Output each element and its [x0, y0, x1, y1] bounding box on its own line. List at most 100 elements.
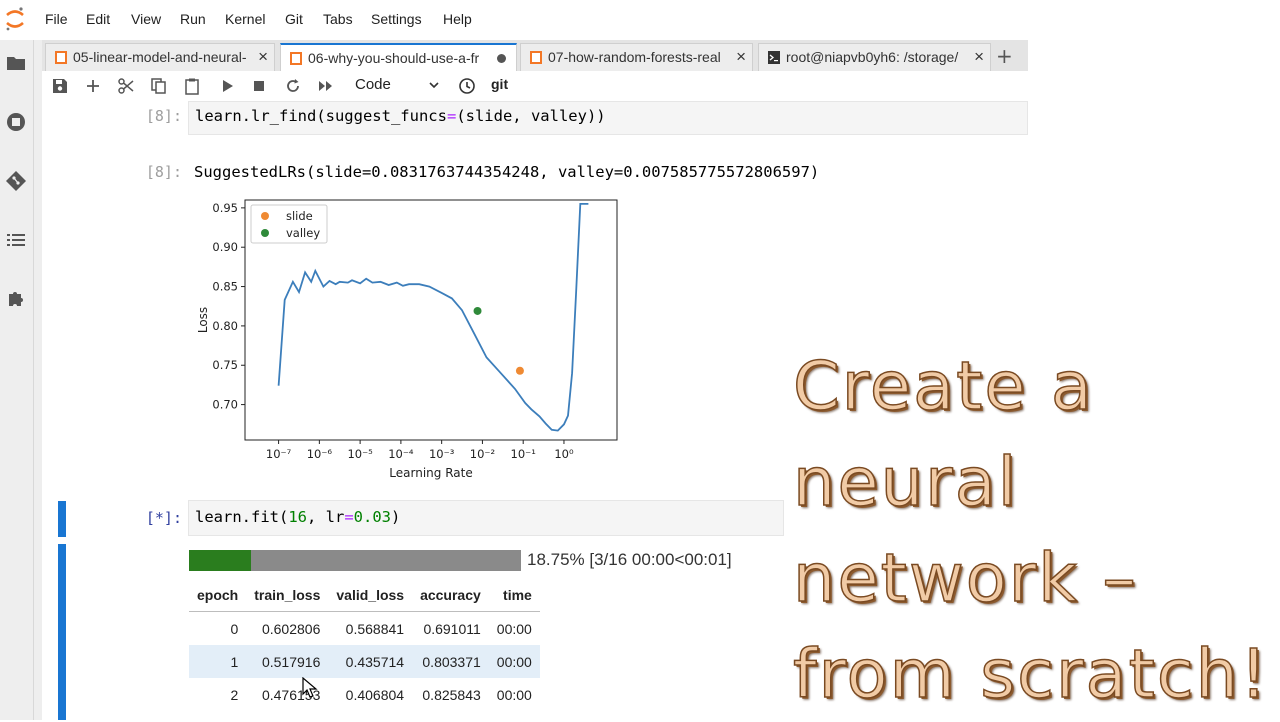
- menu-tabs[interactable]: Tabs: [323, 11, 353, 27]
- lr-find-chart: 0.700.750.800.850.900.95 10⁻⁷ 10⁻⁶ 10⁻⁵ 10⁻…: [196, 199, 618, 480]
- slide-point: [515, 366, 524, 375]
- folder-icon[interactable]: [6, 53, 26, 73]
- tab-06-why-you-should-use[interactable]: 06-why-you-should-use-a-fr: [280, 43, 517, 72]
- y-axis-label: Loss: [196, 307, 210, 333]
- code-token: ): [391, 508, 401, 526]
- tab-07-how-random-forests[interactable]: 07-how-random-forests-real ×: [520, 43, 753, 71]
- mouse-cursor-icon: [302, 677, 318, 698]
- output-text: SuggestedLRs(slide=0.0831763744354248, v…: [194, 163, 820, 181]
- x-tick-label: 10⁻⁴: [388, 447, 414, 461]
- training-results-table: epoch train_loss valid_loss accuracy tim…: [189, 579, 540, 711]
- training-progress-bar: [189, 550, 521, 571]
- git-button[interactable]: git: [491, 76, 508, 92]
- close-icon[interactable]: ×: [736, 47, 746, 67]
- code-operator: =: [344, 508, 354, 526]
- left-sidebar: [0, 40, 34, 720]
- table-cell: 0.602806: [261, 620, 321, 637]
- menu-view[interactable]: View: [131, 11, 161, 27]
- table-cell: 00:00: [496, 686, 532, 703]
- save-icon[interactable]: [51, 77, 69, 95]
- tab-label: 06-why-you-should-use-a-fr: [308, 50, 480, 66]
- notebook-icon: [530, 51, 542, 64]
- menu-git[interactable]: Git: [285, 11, 303, 27]
- table-cell: 0.406804: [345, 686, 405, 703]
- table-cell: 1: [189, 645, 247, 678]
- code-cell-lr-find[interactable]: learn.lr_find(suggest_funcs=(slide, vall…: [188, 101, 1028, 135]
- table-of-contents-icon[interactable]: [6, 230, 26, 250]
- sidebar-gap: [34, 40, 42, 720]
- table-row: 0 0.602806 0.568841 0.691011 00:00: [189, 612, 540, 646]
- table-cell: 00:00: [488, 645, 540, 678]
- menu-kernel[interactable]: Kernel: [225, 11, 265, 27]
- git-icon[interactable]: [6, 171, 26, 191]
- menu-edit[interactable]: Edit: [86, 11, 110, 27]
- legend-marker: [261, 229, 269, 237]
- clock-icon[interactable]: [458, 77, 476, 95]
- code-token: learn.lr_find(suggest_funcs: [195, 107, 447, 125]
- video-title-overlay: Create a neural network – from scratch!: [792, 338, 1273, 722]
- column-header: time: [488, 579, 540, 612]
- tab-terminal[interactable]: root@niapvb0yh6: /storage/ ×: [758, 43, 991, 71]
- notebook-toolbar: Code git: [42, 71, 1028, 102]
- x-tick-label: 10⁻⁵: [347, 447, 373, 461]
- y-tick-label: 0.90: [212, 240, 238, 254]
- extension-icon[interactable]: [6, 289, 26, 309]
- close-icon[interactable]: ×: [258, 47, 268, 67]
- x-tick-label: 10⁻⁷: [266, 447, 292, 461]
- legend-label: slide: [286, 209, 313, 223]
- y-tick-label: 0.80: [212, 319, 238, 333]
- y-tick-label: 0.75: [212, 358, 238, 372]
- legend-label: valley: [286, 226, 320, 240]
- tab-05-linear-model[interactable]: 05-linear-model-and-neural- ×: [45, 43, 275, 71]
- chevron-down-icon[interactable]: [427, 78, 441, 92]
- notebook-icon: [55, 51, 67, 64]
- x-axis-label: Learning Rate: [389, 466, 472, 480]
- x-tick-label: 10⁻⁶: [307, 447, 333, 461]
- close-icon[interactable]: ×: [974, 47, 984, 67]
- overlay-line: Create a: [792, 346, 1094, 426]
- stop-icon[interactable]: [250, 77, 268, 95]
- menu-settings[interactable]: Settings: [371, 11, 422, 27]
- tab-label: 05-linear-model-and-neural-: [73, 49, 247, 65]
- terminal-icon: [768, 51, 780, 64]
- y-tick-label: 0.95: [212, 201, 238, 215]
- add-cell-icon[interactable]: [84, 77, 102, 95]
- code-token: , lr: [307, 508, 345, 526]
- input-collapser[interactable]: [58, 501, 66, 537]
- restart-icon[interactable]: [284, 77, 302, 95]
- overlay-line: network –: [792, 538, 1138, 618]
- fast-forward-icon[interactable]: [317, 77, 335, 95]
- menu-file[interactable]: File: [45, 11, 68, 27]
- table-cell: 0.825843: [422, 686, 481, 703]
- legend-marker: [261, 212, 269, 220]
- cell-type-select[interactable]: Code: [355, 76, 391, 93]
- menu-bar: File Edit View Run Kernel Git Tabs Setti…: [0, 0, 1280, 40]
- x-tick-label: 10⁰: [554, 447, 574, 461]
- paste-icon[interactable]: [183, 77, 201, 95]
- tab-label: 07-how-random-forests-real: [548, 49, 721, 65]
- column-header: accuracy: [412, 579, 489, 612]
- running-kernels-icon[interactable]: [6, 112, 26, 132]
- tab-label: root@niapvb0yh6: /storage/: [786, 49, 959, 65]
- menu-help[interactable]: Help: [443, 11, 472, 27]
- code-token: learn.fit(: [195, 508, 289, 526]
- jupyter-logo-icon: [6, 7, 24, 31]
- input-prompt: [8]:: [145, 107, 182, 125]
- copy-icon[interactable]: [150, 77, 168, 95]
- unsaved-dot-icon[interactable]: [497, 54, 506, 63]
- valley-point: [473, 306, 482, 315]
- x-tick-label: 10⁻²: [470, 447, 495, 461]
- cut-icon[interactable]: [117, 77, 135, 95]
- run-icon[interactable]: [218, 77, 236, 95]
- output-collapser[interactable]: [58, 544, 66, 720]
- progress-fill: [189, 550, 252, 571]
- y-tick-label: 0.85: [212, 280, 238, 294]
- chart-legend: slide valley: [250, 204, 328, 244]
- code-number: 16: [288, 508, 307, 526]
- code-cell-learn-fit[interactable]: learn.fit(16, lr=0.03): [188, 500, 784, 536]
- menu-run[interactable]: Run: [180, 11, 206, 27]
- add-tab-button[interactable]: +: [996, 44, 1013, 68]
- code-token: (slide, valley)): [456, 107, 606, 125]
- column-header: epoch: [189, 579, 247, 612]
- input-prompt: [*]:: [145, 509, 182, 527]
